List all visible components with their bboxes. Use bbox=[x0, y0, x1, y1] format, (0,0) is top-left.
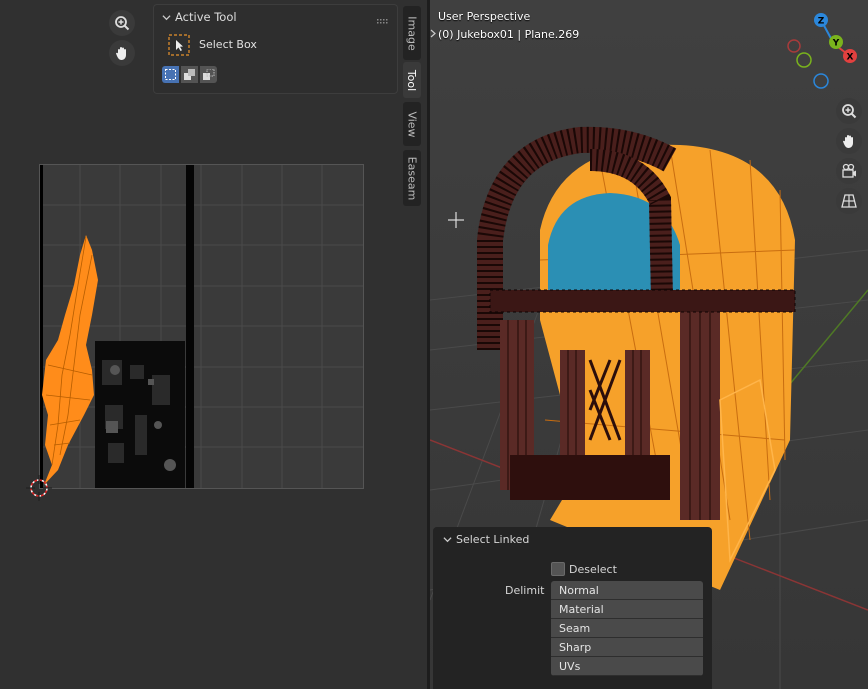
delimit-label: Delimit bbox=[505, 584, 545, 597]
select-box-tool-icon[interactable] bbox=[168, 34, 190, 59]
select-linked-title: Select Linked bbox=[456, 533, 530, 546]
zoom-icon bbox=[115, 16, 130, 31]
delimit-seam-label: Seam bbox=[559, 621, 591, 635]
drag-handle-icon[interactable] bbox=[377, 14, 389, 27]
tab-view[interactable]: View bbox=[403, 102, 421, 146]
delimit-sharp[interactable]: Sharp bbox=[551, 638, 703, 657]
uv-editor[interactable]: Active Tool Select Box Image Tool View E… bbox=[0, 0, 427, 689]
chevron-right-icon[interactable] bbox=[430, 28, 436, 41]
object-info-label: (0) Jukebox01 | Plane.269 bbox=[438, 28, 580, 41]
delimit-seam[interactable]: Seam bbox=[551, 619, 703, 638]
zoom-button[interactable] bbox=[109, 10, 135, 36]
select-extend-icon bbox=[183, 68, 195, 80]
camera-icon bbox=[842, 163, 856, 178]
deselect-label: Deselect bbox=[569, 562, 617, 576]
uv-grid[interactable] bbox=[39, 164, 364, 489]
tab-easeam[interactable]: Easeam bbox=[403, 150, 421, 206]
gizmo-y-label: Y bbox=[832, 39, 840, 49]
delimit-normal[interactable]: Normal bbox=[551, 581, 703, 600]
uv-layout bbox=[40, 165, 363, 488]
mode-new-button[interactable] bbox=[162, 66, 179, 83]
active-tool-header[interactable]: Active Tool bbox=[162, 10, 237, 24]
select-box-label: Select Box bbox=[199, 38, 257, 51]
delimit-sharp-label: Sharp bbox=[559, 640, 592, 654]
gizmo-x-label: X bbox=[847, 53, 854, 63]
selection-mode-group bbox=[162, 66, 217, 83]
delimit-material[interactable]: Material bbox=[551, 600, 703, 619]
select-linked-header[interactable]: Select Linked bbox=[443, 533, 529, 546]
active-tool-title: Active Tool bbox=[175, 10, 237, 24]
chevron-down-icon bbox=[162, 14, 171, 20]
select-linked-panel: Select Linked Deselect Delimit Normal Ma… bbox=[433, 527, 712, 689]
deselect-checkbox[interactable] bbox=[551, 562, 565, 576]
gizmo-z-label: Z bbox=[818, 17, 825, 27]
perspective-label: User Perspective bbox=[438, 10, 531, 23]
select-new-icon bbox=[165, 69, 176, 80]
zoom-icon bbox=[842, 104, 857, 119]
delimit-uvs-label: UVs bbox=[559, 659, 581, 673]
gizmo-neg-x[interactable] bbox=[787, 39, 801, 53]
tab-image[interactable]: Image bbox=[403, 6, 421, 60]
chevron-down-icon bbox=[443, 537, 452, 543]
viewport-zoom-button[interactable] bbox=[836, 98, 862, 124]
tab-tool-label: Tool bbox=[405, 69, 419, 91]
tab-easeam-label: Easeam bbox=[405, 156, 419, 200]
perspective-toggle-button[interactable] bbox=[836, 188, 862, 214]
camera-view-button[interactable] bbox=[836, 158, 862, 184]
select-subtract-icon bbox=[202, 68, 214, 80]
hand-icon bbox=[116, 47, 126, 60]
tab-view-label: View bbox=[405, 110, 419, 138]
delimit-normal-label: Normal bbox=[559, 583, 599, 597]
tab-tool[interactable]: Tool bbox=[403, 62, 421, 98]
mode-extend-button[interactable] bbox=[181, 66, 198, 83]
active-tool-panel: Active Tool Select Box bbox=[153, 4, 398, 94]
mode-subtract-button[interactable] bbox=[200, 66, 217, 83]
viewport-pan-button[interactable] bbox=[836, 128, 862, 154]
grid-perspective-icon bbox=[841, 194, 857, 208]
delimit-material-label: Material bbox=[559, 602, 604, 616]
cursor-2d-icon[interactable] bbox=[26, 475, 52, 504]
hand-icon bbox=[843, 135, 853, 148]
pan-button[interactable] bbox=[109, 40, 135, 66]
deselect-checkbox-row[interactable]: Deselect bbox=[551, 562, 617, 576]
delimit-uvs[interactable]: UVs bbox=[551, 657, 703, 676]
gizmo-neg-z[interactable] bbox=[813, 73, 829, 89]
delimit-options: Normal Material Seam Sharp UVs bbox=[551, 581, 703, 676]
gizmo-neg-y[interactable] bbox=[796, 52, 812, 68]
tab-image-label: Image bbox=[405, 15, 419, 51]
navigation-gizmo[interactable]: Z Y X bbox=[784, 10, 868, 92]
